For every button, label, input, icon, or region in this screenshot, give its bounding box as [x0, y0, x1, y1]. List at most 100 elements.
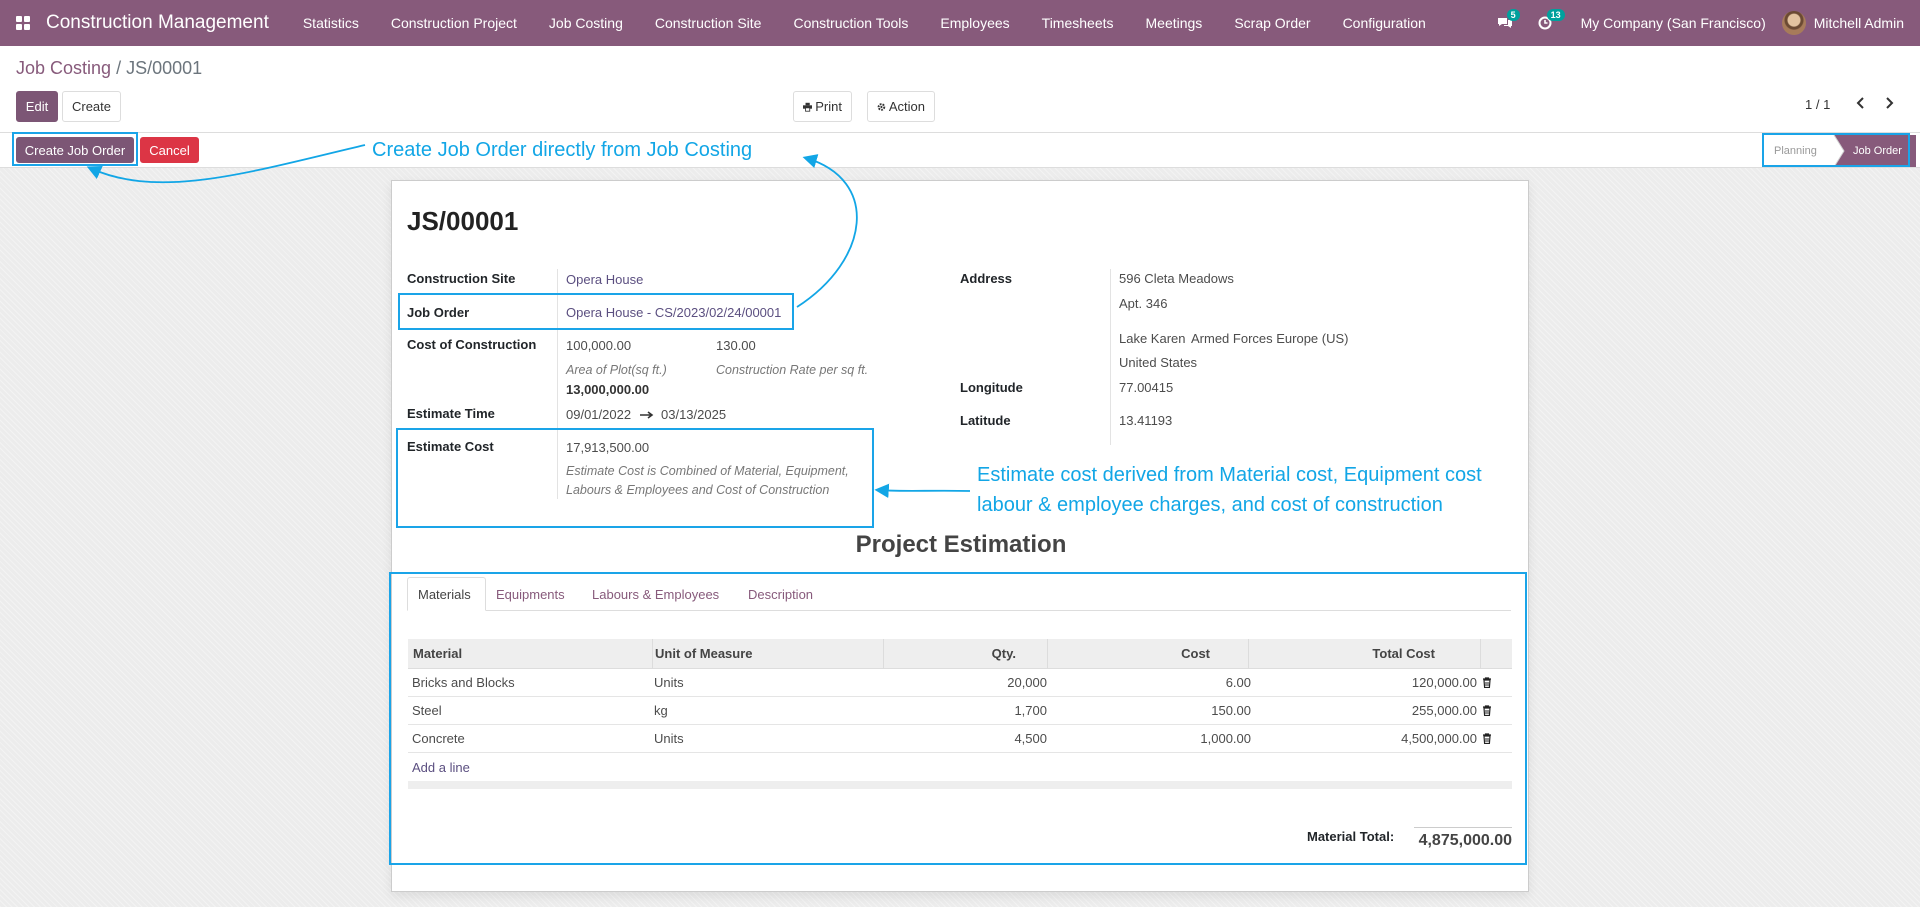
create-button[interactable]: Create: [62, 91, 121, 122]
address-city[interactable]: Lake Karen: [1119, 331, 1186, 346]
table-row[interactable]: Steel kg 1,700 150.00 255,000.00: [408, 697, 1512, 725]
tab-labours-employees[interactable]: Labours & Employees: [582, 577, 729, 611]
job-order-field[interactable]: Opera House - CS/2023/02/24/00001: [566, 305, 781, 320]
menu-timesheets[interactable]: Timesheets: [1026, 15, 1130, 31]
estimate-end-date[interactable]: 03/13/2025: [661, 407, 726, 422]
cell-cost[interactable]: 1,000.00: [1068, 725, 1251, 752]
cell-total-cost: 120,000.00: [1411, 675, 1477, 690]
tab-description[interactable]: Description: [738, 577, 823, 611]
tab-materials[interactable]: Materials: [407, 577, 486, 611]
estimate-time-label: Estimate Time: [407, 406, 495, 421]
stage-planning[interactable]: Planning: [1774, 138, 1817, 164]
estimate-cost-help-line1: Estimate Cost is Combined of Material, E…: [566, 464, 849, 478]
construction-site-field[interactable]: Opera House: [566, 272, 643, 287]
construction-rate-field[interactable]: 130.00: [716, 338, 756, 353]
action-button[interactable]: Action: [867, 91, 935, 122]
menu-statistics[interactable]: Statistics: [287, 15, 375, 31]
messages-button[interactable]: 5: [1485, 0, 1525, 46]
column-qty[interactable]: Qty.: [883, 639, 1016, 668]
create-job-order-button[interactable]: Create Job Order: [16, 137, 134, 163]
latitude-field[interactable]: 13.41193: [1119, 413, 1172, 428]
cell-cost[interactable]: 6.00: [1068, 669, 1251, 696]
column-cost[interactable]: Cost: [1047, 639, 1210, 668]
table-row[interactable]: Bricks and Blocks Units 20,000 6.00 120,…: [408, 669, 1512, 697]
print-label: Print: [815, 99, 842, 114]
gear-icon: [877, 102, 886, 111]
address-state[interactable]: Armed Forces Europe (US): [1191, 331, 1349, 346]
menu-meetings[interactable]: Meetings: [1130, 15, 1219, 31]
app-title[interactable]: Construction Management: [46, 12, 269, 34]
longitude-field[interactable]: 77.00415: [1119, 380, 1173, 395]
menu-construction-project[interactable]: Construction Project: [375, 15, 533, 31]
delete-row-button[interactable]: [1482, 725, 1492, 752]
cell-total-cost: 255,000.00: [1411, 703, 1477, 718]
user-name: Mitchell Admin: [1813, 15, 1904, 31]
column-unit-of-measure[interactable]: Unit of Measure: [655, 639, 753, 668]
breadcrumb-job-costing[interactable]: Job Costing: [16, 58, 111, 78]
address-country[interactable]: United States: [1119, 355, 1197, 370]
add-line-link[interactable]: Add a line: [412, 760, 470, 775]
column-material[interactable]: Material: [413, 639, 462, 668]
top-navbar: Construction Management Statistics Const…: [0, 0, 1920, 46]
tab-equipments[interactable]: Equipments: [486, 577, 575, 611]
trash-icon: [1483, 677, 1491, 688]
materials-table: Material Unit of Measure Qty. Cost Total…: [408, 639, 1512, 789]
job-order-label: Job Order: [407, 305, 470, 320]
user-menu[interactable]: Mitchell Admin: [1781, 11, 1920, 35]
cost-of-construction-label: Cost of Construction: [407, 337, 537, 352]
menu-configuration[interactable]: Configuration: [1327, 15, 1442, 31]
apps-menu-icon[interactable]: [0, 0, 46, 46]
pager-value[interactable]: 1 / 1: [1805, 97, 1830, 112]
construction-site-label: Construction Site: [407, 271, 516, 286]
address-street[interactable]: 596 Cleta Meadows: [1119, 271, 1234, 286]
address-label: Address: [960, 271, 1013, 286]
chevron-left-icon[interactable]: [1856, 96, 1866, 110]
material-total-value: 4,875,000.00: [1414, 827, 1512, 850]
annotation-create-job-order: Create Job Order directly from Job Costi…: [372, 139, 753, 161]
material-total-label: Material Total:: [1307, 829, 1395, 844]
address-street2[interactable]: Apt. 346: [1119, 296, 1167, 311]
estimate-start-date[interactable]: 09/01/2022: [566, 407, 631, 422]
stage-job-order[interactable]: Job Order: [1853, 138, 1902, 164]
messages-count-badge: 5: [1506, 9, 1520, 21]
longitude-label: Longitude: [960, 380, 1023, 395]
menu-employees[interactable]: Employees: [924, 15, 1025, 31]
company-switcher[interactable]: My Company (San Francisco): [1565, 15, 1782, 31]
print-button[interactable]: Print: [793, 91, 852, 122]
cell-total-cost: 4,500,000.00: [1401, 731, 1477, 746]
menu-construction-tools[interactable]: Construction Tools: [777, 15, 924, 31]
menu-job-costing[interactable]: Job Costing: [533, 15, 639, 31]
area-of-plot-field[interactable]: 100,000.00: [566, 338, 631, 353]
cell-qty[interactable]: 1,700: [908, 697, 1047, 724]
edit-button[interactable]: Edit: [16, 91, 58, 122]
menu-scrap-order[interactable]: Scrap Order: [1218, 15, 1326, 31]
delete-row-button[interactable]: [1482, 669, 1492, 696]
cell-cost[interactable]: 150.00: [1068, 697, 1251, 724]
column-total-cost[interactable]: Total Cost: [1248, 639, 1435, 668]
cell-qty[interactable]: 20,000: [908, 669, 1047, 696]
cell-uom[interactable]: Units: [654, 725, 684, 752]
print-icon: [803, 102, 813, 112]
cancel-button[interactable]: Cancel: [140, 137, 199, 163]
activities-count-badge: 13: [1546, 9, 1565, 21]
arrow-right-icon: [640, 411, 654, 419]
trash-icon: [1483, 705, 1491, 716]
cell-uom[interactable]: kg: [654, 697, 668, 724]
cell-material[interactable]: Bricks and Blocks: [412, 669, 515, 696]
delete-row-button[interactable]: [1482, 697, 1492, 724]
construction-rate-help: Construction Rate per sq ft.: [716, 363, 869, 377]
cell-uom[interactable]: Units: [654, 669, 684, 696]
breadcrumb: Job Costing / JS/00001: [16, 58, 202, 79]
activities-button[interactable]: 13: [1525, 0, 1565, 46]
record-title: JS/00001: [407, 206, 519, 236]
chevron-right-icon[interactable]: [1884, 96, 1894, 110]
trash-icon: [1483, 733, 1491, 744]
cell-material[interactable]: Steel: [412, 697, 442, 724]
annotation-estimate-line1: Estimate cost derived from Material cost…: [977, 464, 1482, 486]
menu-construction-site[interactable]: Construction Site: [639, 15, 778, 31]
table-row[interactable]: Concrete Units 4,500 1,000.00 4,500,000.…: [408, 725, 1512, 753]
annotation-estimate-line2: labour & employee charges, and cost of c…: [977, 494, 1443, 516]
cell-material[interactable]: Concrete: [412, 725, 465, 752]
estimate-cost-help-line2: Labours & Employees and Cost of Construc…: [566, 483, 830, 497]
cell-qty[interactable]: 4,500: [908, 725, 1047, 752]
